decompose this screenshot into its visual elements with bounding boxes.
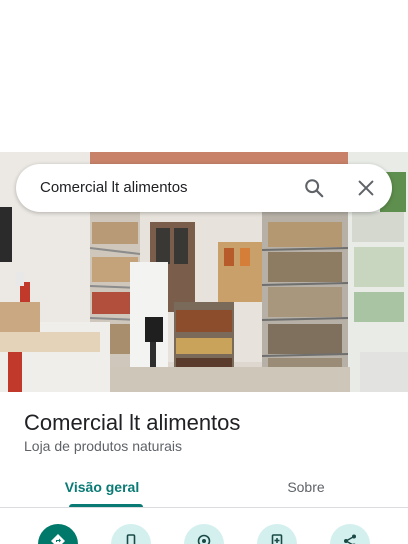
place-title: Comercial lt alimentos bbox=[24, 410, 241, 435]
call-button[interactable] bbox=[111, 524, 151, 544]
close-icon[interactable] bbox=[354, 176, 378, 200]
place-category: Loja de produtos naturais bbox=[24, 438, 182, 454]
directions-icon bbox=[51, 534, 65, 544]
share-button[interactable] bbox=[330, 524, 370, 544]
share-icon bbox=[344, 534, 356, 544]
save-button[interactable] bbox=[257, 524, 297, 544]
tab-selected-indicator bbox=[69, 504, 143, 507]
tab-overview[interactable]: Visão geral bbox=[0, 466, 204, 508]
search-icon[interactable] bbox=[302, 176, 326, 200]
phone-icon bbox=[126, 534, 136, 544]
directions-button[interactable] bbox=[38, 524, 78, 544]
location-icon bbox=[197, 534, 211, 544]
save-icon bbox=[271, 534, 283, 544]
search-input[interactable]: Comercial lt alimentos bbox=[40, 178, 188, 198]
search-bar[interactable]: Comercial lt alimentos bbox=[16, 164, 392, 212]
action-row bbox=[0, 520, 408, 544]
tab-about[interactable]: Sobre bbox=[204, 466, 408, 508]
tab-bar: Visão geral Sobre bbox=[0, 466, 408, 508]
location-button[interactable] bbox=[184, 524, 224, 544]
place-details-screen: Comercial lt alimentos Comercial lt alim… bbox=[0, 0, 408, 544]
